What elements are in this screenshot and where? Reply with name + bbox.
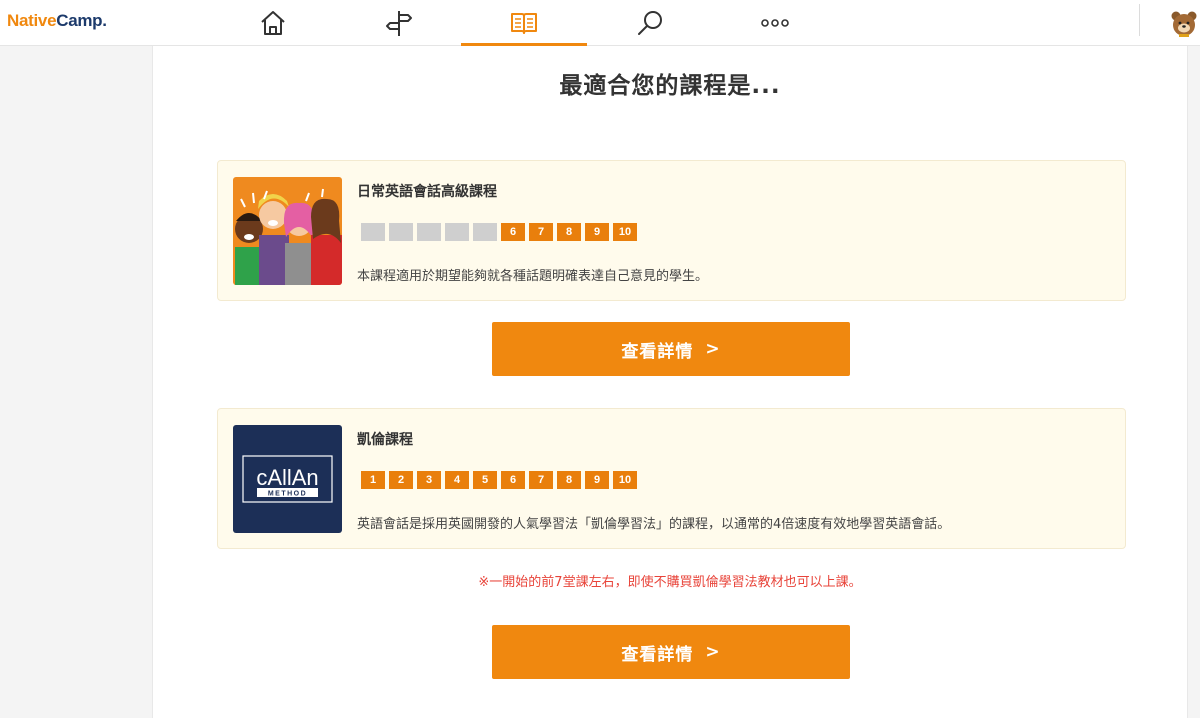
header-divider bbox=[1139, 4, 1140, 36]
level-box bbox=[445, 223, 469, 241]
level-box: 8 bbox=[557, 223, 581, 241]
more-icon bbox=[761, 19, 789, 27]
page-title: 最適合您的課程是... bbox=[559, 73, 781, 99]
nav-home[interactable] bbox=[210, 0, 336, 46]
view-details-button[interactable]: 查看詳情 > bbox=[492, 322, 850, 376]
svg-text:cAllAn: cAllAn bbox=[256, 465, 318, 490]
signpost-icon bbox=[386, 11, 412, 36]
level-box: 10 bbox=[613, 471, 637, 489]
bear-avatar-icon bbox=[1171, 11, 1197, 37]
home-icon bbox=[261, 11, 285, 35]
scrollbar-track[interactable] bbox=[1188, 46, 1200, 718]
level-box bbox=[473, 223, 497, 241]
level-box bbox=[361, 223, 385, 241]
course-title: 凱倫課程 bbox=[357, 432, 413, 448]
level-box: 1 bbox=[361, 471, 385, 489]
course-title: 日常英語會話高級課程 bbox=[357, 184, 497, 200]
level-box: 7 bbox=[529, 223, 553, 241]
level-box: 2 bbox=[389, 471, 413, 489]
callan-notice: ※一開始的前7堂課左右，即使不購買凱倫學習法教材也可以上課。 bbox=[478, 575, 862, 590]
top-header: NativeCamp. bbox=[0, 0, 1200, 46]
course-card-callan: cAllAn METHOD 凱倫課程 1 2 3 4 5 6 7 8 9 10 … bbox=[217, 408, 1126, 549]
level-box: 6 bbox=[501, 223, 525, 241]
level-box: 3 bbox=[417, 471, 441, 489]
view-details-button[interactable]: 查看詳情 > bbox=[492, 625, 850, 679]
native-camp-logo[interactable]: NativeCamp. bbox=[7, 11, 107, 31]
course-card-advanced: 日常英語會話高級課程 6 7 8 9 10 本課程適用於期望能夠就各種話題明確表… bbox=[217, 160, 1126, 301]
level-box: 4 bbox=[445, 471, 469, 489]
level-indicator: 1 2 3 4 5 6 7 8 9 10 bbox=[361, 471, 637, 489]
nav-courses-guide[interactable] bbox=[336, 0, 462, 46]
level-box: 6 bbox=[501, 471, 525, 489]
level-box bbox=[417, 223, 441, 241]
book-icon bbox=[511, 13, 537, 34]
search-icon bbox=[638, 11, 662, 35]
level-box: 8 bbox=[557, 471, 581, 489]
level-box: 5 bbox=[473, 471, 497, 489]
people-talking-illustration bbox=[233, 177, 342, 285]
chevron-right-icon: > bbox=[705, 339, 721, 359]
level-box bbox=[389, 223, 413, 241]
course-description: 英語會話是採用英國開發的人氣學習法「凱倫學習法」的課程，以通常的4倍速度有效地學… bbox=[357, 517, 951, 532]
nav-more[interactable] bbox=[712, 0, 838, 46]
level-box: 7 bbox=[529, 471, 553, 489]
user-avatar[interactable] bbox=[1170, 9, 1198, 37]
level-box: 9 bbox=[585, 471, 609, 489]
level-box: 10 bbox=[613, 223, 637, 241]
main-panel bbox=[152, 46, 1188, 718]
level-indicator: 6 7 8 9 10 bbox=[361, 223, 637, 241]
level-box: 9 bbox=[585, 223, 609, 241]
callan-method-logo: cAllAn METHOD bbox=[233, 425, 342, 533]
svg-text:METHOD: METHOD bbox=[268, 491, 307, 498]
nav-textbooks[interactable] bbox=[461, 0, 587, 46]
nav-search[interactable] bbox=[587, 0, 713, 46]
course-description: 本課程適用於期望能夠就各種話題明確表達自己意見的學生。 bbox=[357, 269, 709, 284]
chevron-right-icon: > bbox=[705, 642, 721, 662]
